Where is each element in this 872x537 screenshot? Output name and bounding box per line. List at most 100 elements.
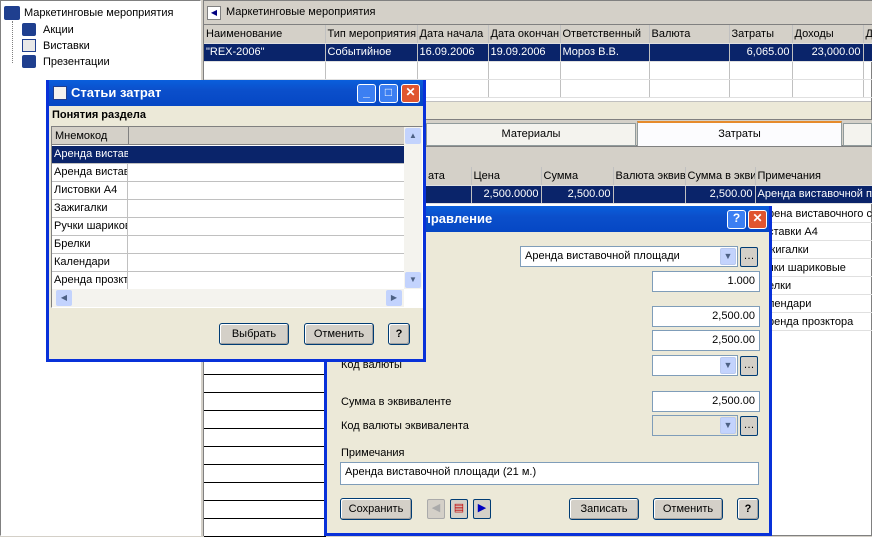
column-header[interactable]: Сумма в экви [685, 167, 756, 186]
list-item[interactable]: Листовки А4 [52, 182, 404, 200]
list-item[interactable]: Аренда вистав [52, 146, 404, 164]
help-button[interactable]: ? [737, 498, 759, 520]
cancel-button[interactable]: Отменить [653, 498, 723, 520]
select-button[interactable]: Выбрать [219, 323, 289, 345]
chevron-down-icon[interactable]: ▼ [720, 248, 736, 265]
events-panel-header: ◀ Маркетинговые мероприятия [204, 1, 872, 25]
list-item-code: Брелки [52, 236, 128, 253]
cell: Событийное [325, 43, 418, 62]
column-header[interactable]: Доходы [792, 25, 864, 44]
section-header: Понятия раздела [52, 109, 146, 121]
amount-field[interactable]: 2,500.00 [652, 330, 760, 351]
open-book-icon [22, 39, 36, 52]
list-item[interactable]: Ручки шарикові [52, 218, 404, 236]
column-header[interactable]: Наименование [204, 25, 326, 44]
tab-materials[interactable]: Материалы [426, 123, 636, 146]
books-icon [4, 6, 20, 20]
notes-label: Примечания [341, 447, 405, 459]
table-row[interactable] [204, 61, 872, 80]
list-item-code: Листовки А4 [52, 182, 128, 199]
vertical-scrollbar[interactable]: ▲ ▼ [404, 127, 422, 289]
chevron-down-icon[interactable]: ▼ [720, 417, 736, 434]
expenses-table: ата Цена Сумма Валюта эквив Сумма в экви… [426, 167, 872, 204]
browse-button[interactable]: … [740, 416, 758, 436]
tree-item-label: Виставки [43, 40, 90, 52]
column-header[interactable]: Сумма [541, 167, 614, 186]
equiv-amount-field[interactable]: 2,500.00 [652, 391, 760, 412]
cell: 2,500.00 [685, 185, 756, 204]
browse-button[interactable]: … [740, 356, 758, 376]
cell: 16.09.2006 [417, 43, 489, 62]
close-icon[interactable]: ✕ [401, 84, 420, 103]
save-button[interactable]: Сохранить [340, 498, 412, 520]
minimize-icon[interactable]: _ [357, 84, 376, 103]
column-header[interactable]: Дата начала [417, 25, 489, 44]
chevron-down-icon[interactable]: ▼ [720, 357, 736, 374]
price-field[interactable]: 2,500.00 [652, 306, 760, 327]
scroll-down-icon[interactable]: ▼ [405, 272, 421, 288]
column-header[interactable]: Затраты [729, 25, 793, 44]
cell [863, 43, 872, 62]
list-item[interactable]: Аренда вистав [52, 164, 404, 182]
list-item[interactable]: Календари [52, 254, 404, 272]
tab-extra[interactable] [843, 123, 872, 146]
column-header[interactable]: Дата окончан [488, 25, 561, 44]
scroll-left-icon[interactable]: ◀ [56, 290, 72, 306]
list-item[interactable]: елки [768, 277, 872, 295]
list-item-code: Аренда вистав [54, 148, 128, 160]
document-icon[interactable]: ▤ [450, 499, 468, 519]
list-item[interactable]: Брелки [52, 236, 404, 254]
equiv-currency-select[interactable]: ▼ [652, 415, 738, 436]
list-item[interactable]: ренда прозктора [768, 313, 872, 331]
table-row[interactable]: "REX-2006" Событийное 16.09.2006 19.09.2… [204, 43, 872, 62]
next-record-button[interactable]: ▶ [473, 499, 491, 519]
column-header[interactable]: Д [863, 25, 872, 44]
column-header[interactable]: Тип мероприятия [325, 25, 418, 44]
table-row[interactable]: 2,500.0000 2,500.00 2,500.00 Аренда вист… [426, 185, 872, 204]
write-button[interactable]: Записать [569, 498, 639, 520]
list-item[interactable]: чки шариковые [768, 259, 872, 277]
column-header[interactable]: Валюта эквив [613, 167, 686, 186]
cell: Аренда виставочной пл [755, 185, 872, 204]
tab-expenses[interactable]: Затраты [637, 121, 842, 147]
close-icon[interactable]: ✕ [748, 210, 767, 229]
cell: Мороз В.В. [560, 43, 650, 62]
cell [426, 185, 472, 204]
cell: 2,500.0000 [471, 185, 542, 204]
scroll-up-icon[interactable]: ▲ [405, 128, 421, 144]
list-item-code: Календари [52, 254, 128, 271]
help-icon[interactable]: ? [727, 210, 746, 229]
column-header[interactable]: Валюта [649, 25, 730, 44]
scroll-right-icon[interactable]: ▶ [386, 290, 402, 306]
list-item[interactable]: лендари [768, 295, 872, 313]
browse-button[interactable]: … [740, 247, 758, 267]
maximize-icon[interactable]: □ [379, 84, 398, 103]
help-button[interactable]: ? [388, 323, 410, 345]
notes-column: рена виставочного с ставки А4 жигалки чк… [768, 205, 872, 331]
list-item[interactable]: ставки А4 [768, 223, 872, 241]
column-header[interactable]: Мнемокод [55, 130, 107, 142]
quantity-field[interactable]: 1.000 [652, 271, 760, 292]
column-header[interactable]: Примечания [755, 167, 872, 186]
list-item-code: Аренда прозкт [52, 272, 128, 289]
cancel-button[interactable]: Отменить [304, 323, 374, 345]
book-icon [22, 23, 36, 36]
cell [613, 185, 686, 204]
expense-items-dialog: Статьи затрат _ □ ✕ Понятия раздела Мнем… [46, 80, 426, 362]
cell [649, 43, 730, 62]
list-item[interactable]: жигалки [768, 241, 872, 259]
prev-record-button[interactable]: ◀ [427, 499, 445, 519]
expense-item-select[interactable]: Аренда виставочной площади ▼ [520, 246, 738, 267]
list-item[interactable]: Зажигалки [52, 200, 404, 218]
items-list-header: Мнемокод [52, 127, 404, 145]
column-header[interactable]: Цена [471, 167, 542, 186]
tree-item-label: Презентации [43, 56, 110, 68]
currency-code-select[interactable]: ▼ [652, 355, 738, 376]
list-item[interactable]: Аренда прозкт [52, 272, 404, 290]
collapse-arrow-icon[interactable]: ◀ [207, 6, 221, 20]
column-header[interactable]: Ответственный [560, 25, 650, 44]
notes-field[interactable]: Аренда виставочной площади (21 м.) [340, 462, 759, 485]
horizontal-scrollbar[interactable]: ◀ ▶ [52, 289, 404, 307]
list-item[interactable]: рена виставочного с [768, 205, 872, 223]
column-header[interactable]: ата [426, 167, 472, 186]
